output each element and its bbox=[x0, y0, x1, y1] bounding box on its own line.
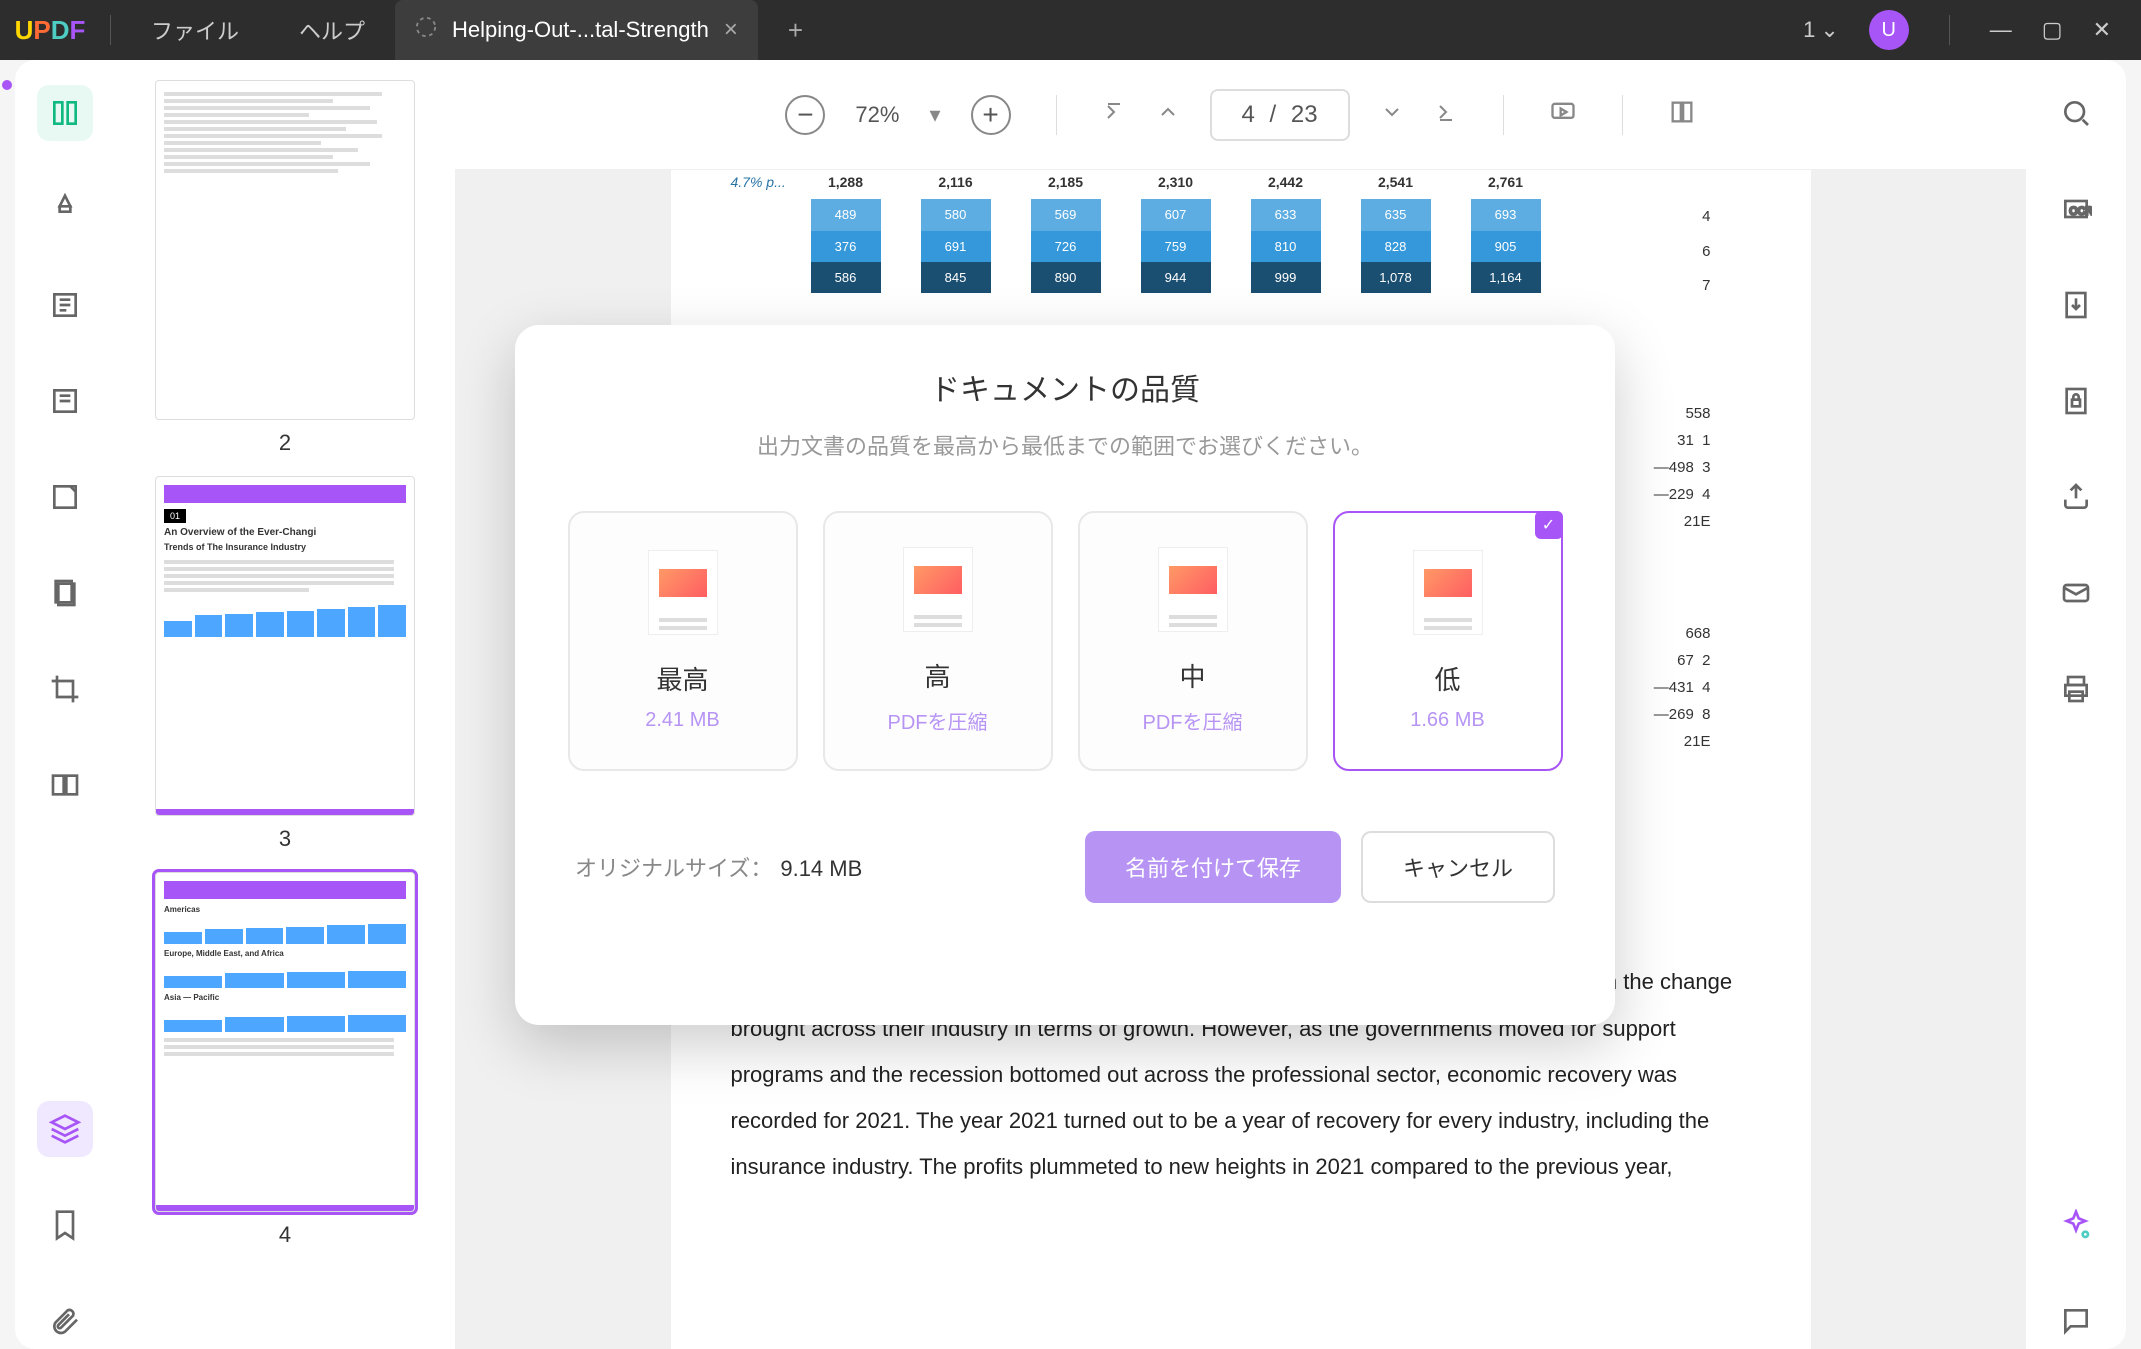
zoom-dropdown-icon[interactable]: ▾ bbox=[929, 102, 940, 128]
ocr-tool[interactable]: OCR bbox=[2048, 181, 2104, 237]
last-page-icon[interactable] bbox=[1434, 100, 1458, 130]
quality-option-low[interactable]: ✓ 低 1.66 MB bbox=[1333, 511, 1563, 771]
chevron-down-icon: ⌄ bbox=[1820, 17, 1838, 43]
check-icon: ✓ bbox=[1535, 511, 1563, 539]
modal-footer: オリジナルサイズ：9.14 MB 名前を付けて保存 キャンセル bbox=[555, 831, 1575, 903]
quality-modal: ドキュメントの品質 出力文書の品質を最高から最低までの範囲でお選びください。 最… bbox=[515, 325, 1615, 1025]
new-tab-button[interactable]: + bbox=[758, 15, 833, 46]
titlebar: UPDF ファイル ヘルプ Helping-Out-...tal-Strengt… bbox=[0, 0, 2141, 60]
menu-help[interactable]: ヘルプ bbox=[269, 14, 395, 46]
zoom-level: 72% bbox=[855, 102, 899, 128]
print-tool[interactable] bbox=[2048, 661, 2104, 717]
thumbnail-panel[interactable]: 2 01 An Overview of the Ever-Changi Tren… bbox=[115, 60, 455, 1349]
compare-tool[interactable] bbox=[37, 757, 93, 813]
organize-tool[interactable] bbox=[37, 565, 93, 621]
document-icon bbox=[415, 16, 437, 44]
highlight-tool[interactable] bbox=[37, 181, 93, 237]
thumb-page-number: 2 bbox=[155, 430, 415, 456]
zoom-out-button[interactable]: − bbox=[785, 95, 825, 135]
convert-tool[interactable] bbox=[2048, 277, 2104, 333]
page-indicator[interactable]: 4 / 23 bbox=[1210, 89, 1350, 141]
quality-options: 最高 2.41 MB 高 PDFを圧縮 中 PDFを圧縮 ✓ 低 1.66 MB bbox=[555, 511, 1575, 771]
view-mode-icon[interactable] bbox=[1668, 98, 1696, 132]
document-tab[interactable]: Helping-Out-...tal-Strength × bbox=[395, 0, 758, 60]
thumb-page-number: 4 bbox=[155, 1222, 415, 1248]
reader-tool[interactable] bbox=[37, 85, 93, 141]
zoom-in-button[interactable]: + bbox=[971, 95, 1011, 135]
left-toolbar bbox=[15, 60, 115, 1349]
email-tool[interactable] bbox=[2048, 565, 2104, 621]
comment-tool[interactable] bbox=[2048, 1293, 2104, 1349]
menu-file[interactable]: ファイル bbox=[121, 14, 269, 46]
modal-subtitle: 出力文書の品質を最高から最低までの範囲でお選びください。 bbox=[555, 429, 1575, 461]
thumb-page-number: 3 bbox=[155, 826, 415, 852]
window-count-dropdown[interactable]: 1 ⌄ bbox=[1803, 17, 1839, 43]
quality-thumb-icon bbox=[1413, 550, 1483, 635]
separator bbox=[1949, 15, 1950, 45]
modal-title: ドキュメントの品質 bbox=[555, 365, 1575, 409]
view-toolbar: − 72% ▾ + 4 / 23 bbox=[455, 60, 2026, 170]
svg-text:OCR: OCR bbox=[2069, 205, 2092, 217]
bookmark-tool[interactable] bbox=[37, 1197, 93, 1253]
quality-option-medium[interactable]: 中 PDFを圧縮 bbox=[1078, 511, 1308, 771]
search-tool[interactable] bbox=[2048, 85, 2104, 141]
separator bbox=[1622, 95, 1623, 135]
fill-sign-tool[interactable] bbox=[37, 469, 93, 525]
presentation-icon[interactable] bbox=[1549, 98, 1577, 132]
protect-tool[interactable] bbox=[2048, 373, 2104, 429]
prev-page-icon[interactable] bbox=[1156, 100, 1180, 130]
close-window-button[interactable]: ✕ bbox=[2093, 17, 2111, 43]
cancel-button[interactable]: キャンセル bbox=[1361, 831, 1555, 903]
stacked-bar-chart: 4.7% p... 1,2884893765862,1165806918452,… bbox=[731, 170, 1751, 350]
attachment-tool[interactable] bbox=[37, 1293, 93, 1349]
quality-option-highest[interactable]: 最高 2.41 MB bbox=[568, 511, 798, 771]
quality-option-high[interactable]: 高 PDFを圧縮 bbox=[823, 511, 1053, 771]
original-size-label: オリジナルサイズ：9.14 MB bbox=[575, 851, 862, 883]
quality-thumb-icon bbox=[648, 550, 718, 635]
thumbnail-page-4[interactable]: Americas Europe, Middle East, and Africa… bbox=[155, 872, 415, 1248]
separator bbox=[1503, 95, 1504, 135]
separator bbox=[1056, 95, 1057, 135]
notification-dot bbox=[2, 80, 12, 90]
layers-tool[interactable] bbox=[37, 1101, 93, 1157]
maximize-button[interactable]: ▢ bbox=[2042, 17, 2063, 43]
crop-tool[interactable] bbox=[37, 661, 93, 717]
user-avatar[interactable]: U bbox=[1869, 10, 1909, 50]
ai-tool[interactable] bbox=[2048, 1197, 2104, 1253]
next-page-icon[interactable] bbox=[1380, 100, 1404, 130]
separator bbox=[110, 15, 111, 45]
edit-tool[interactable] bbox=[37, 277, 93, 333]
share-tool[interactable] bbox=[2048, 469, 2104, 525]
minimize-button[interactable]: — bbox=[1990, 17, 2012, 43]
right-toolbar: OCR bbox=[2026, 60, 2126, 1349]
close-tab-icon[interactable]: × bbox=[724, 16, 738, 44]
app-logo: UPDF bbox=[0, 15, 100, 46]
form-tool[interactable] bbox=[37, 373, 93, 429]
save-as-button[interactable]: 名前を付けて保存 bbox=[1085, 831, 1341, 903]
chart-side-labels: 467 bbox=[1702, 200, 1710, 304]
quality-thumb-icon bbox=[1158, 547, 1228, 632]
thumbnail-page-3[interactable]: 01 An Overview of the Ever-Changi Trends… bbox=[155, 476, 415, 852]
thumbnail-page-2[interactable]: 2 bbox=[155, 80, 415, 456]
first-page-icon[interactable] bbox=[1102, 100, 1126, 130]
tab-title: Helping-Out-...tal-Strength bbox=[452, 17, 709, 43]
quality-thumb-icon bbox=[903, 547, 973, 632]
